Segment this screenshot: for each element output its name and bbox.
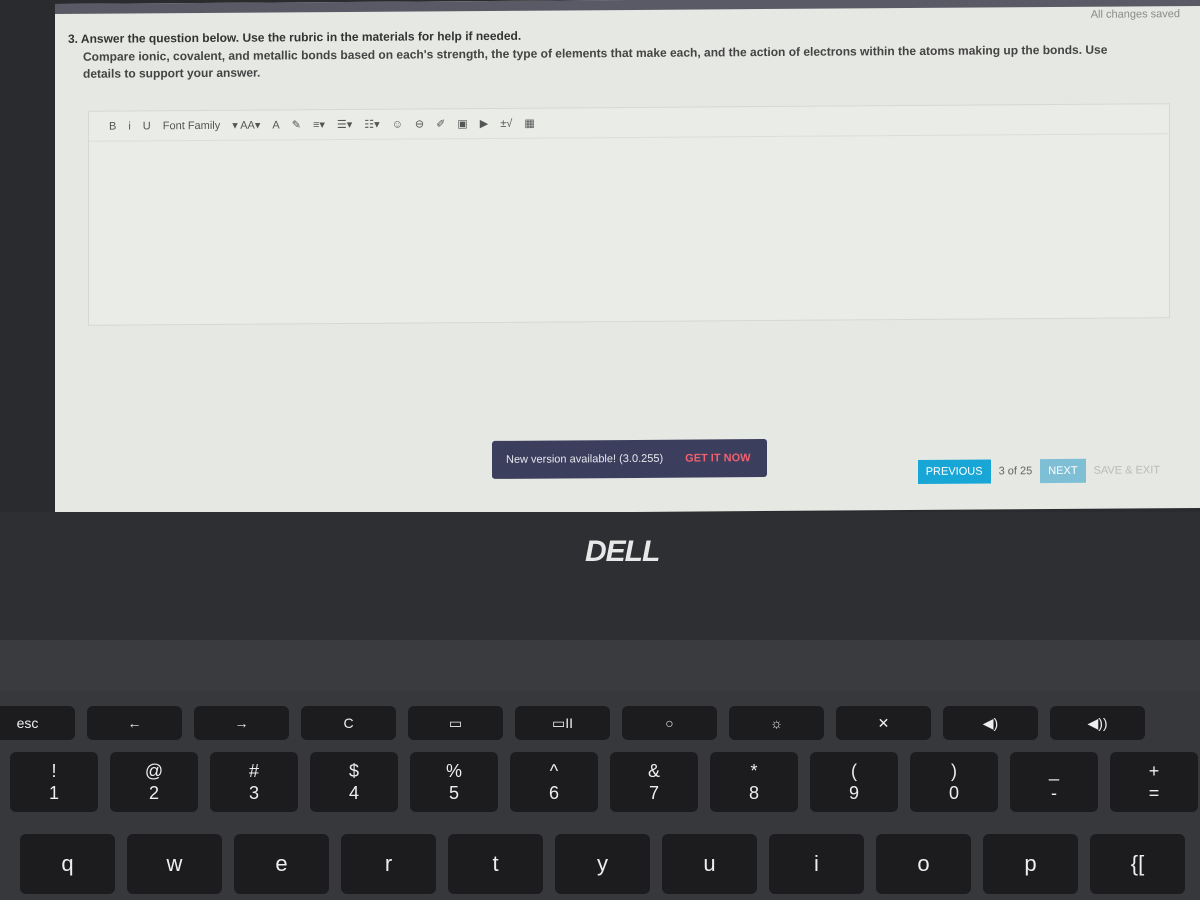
top-bar	[55, 0, 1200, 14]
key-label: (	[851, 761, 857, 781]
question-heading: 3. Answer the question below. Use the ru…	[68, 28, 522, 46]
emoji-icon[interactable]: ☺	[392, 118, 403, 130]
link-icon[interactable]: ⊖	[415, 117, 424, 130]
question-prompt: Compare ionic, covalent, and metallic bo…	[83, 42, 1108, 81]
key-label: -	[1051, 783, 1057, 803]
keyboard: esc ← → C ▭ ▭II ○ ☼ ✕ ◀) ◀)) ! 1 @2 #3 $4% 5 ^ 6 & 7 * 8(9) 0 _…	[0, 690, 1200, 900]
key-label: *	[750, 761, 758, 781]
key-label: 4	[348, 783, 359, 803]
key-label: 9	[848, 783, 859, 803]
key-label: 6	[548, 783, 559, 803]
key[interactable]: C	[301, 706, 396, 740]
key-label: 2	[148, 783, 159, 803]
key-label: )	[951, 761, 957, 781]
table-icon[interactable]: ▦	[524, 117, 534, 130]
bold-icon[interactable]: B	[109, 120, 116, 132]
key-label: 0	[948, 783, 959, 803]
key[interactable]: ○	[622, 706, 717, 740]
text-color-icon[interactable]: A	[272, 119, 279, 131]
key[interactable]: ←	[87, 706, 182, 740]
key[interactable]: * 8	[710, 752, 798, 812]
screen: All changes saved 3. Answer the question…	[55, 0, 1200, 516]
image-icon[interactable]: ▣	[457, 117, 467, 130]
ordered-list-icon[interactable]: ☰▾	[337, 118, 352, 131]
key[interactable]: ▭	[408, 706, 503, 740]
key[interactable]: ◀))	[1050, 706, 1145, 740]
answer-editor[interactable]: Bi U Font Family ▾ AA▾ A ✎ ≡▾ ☰▾ ☷▾ ☺ ⊖ ✐ ▣ ▶ ±√ ▦	[88, 103, 1170, 326]
highlight-icon[interactable]: ✎	[292, 118, 301, 131]
key[interactable]: w	[127, 834, 222, 894]
key[interactable]: →	[194, 706, 289, 740]
key[interactable]: ! 1	[10, 752, 98, 812]
key[interactable]: ) 0	[910, 752, 998, 812]
key-label: 8	[748, 783, 759, 803]
previous-button[interactable]: PREVIOUS	[917, 459, 991, 484]
key[interactable]: % 5	[410, 752, 498, 812]
equation-icon[interactable]: ±√	[500, 117, 512, 129]
key-label: =	[1148, 783, 1160, 803]
key[interactable]: e	[234, 834, 329, 894]
key-label: 3	[248, 783, 259, 803]
key[interactable]: (9	[810, 752, 898, 812]
underline-icon[interactable]: U	[143, 120, 151, 132]
save-exit-button[interactable]: SAVE & EXIT	[1094, 464, 1160, 476]
key-label: &	[647, 761, 660, 781]
key[interactable]: o	[876, 834, 971, 894]
key[interactable]: ✕	[836, 706, 931, 740]
key-label: !	[51, 761, 57, 781]
key[interactable]: & 7	[610, 752, 698, 812]
font-family-dropdown[interactable]: Font Family	[163, 119, 220, 131]
saved-status: All changes saved	[1090, 8, 1180, 21]
key-label: %	[445, 761, 462, 781]
key-label: #	[248, 761, 259, 781]
next-button[interactable]: NEXT	[1040, 458, 1086, 484]
key[interactable]: t	[448, 834, 543, 894]
key[interactable]: i	[769, 834, 864, 894]
key[interactable]: q	[20, 834, 115, 894]
key[interactable]: ▭II	[515, 706, 610, 740]
key[interactable]: p	[983, 834, 1078, 894]
font-size-icon[interactable]: ▾ AA▾	[232, 119, 260, 132]
toast-message: New version available! (3.0.255)	[506, 452, 664, 466]
get-it-now-button[interactable]: GET IT NOW	[685, 452, 750, 464]
key[interactable]: u	[662, 834, 757, 894]
key-label: 1	[48, 783, 59, 803]
video-icon[interactable]: ▶	[480, 117, 488, 130]
question-nav: PREVIOUS 3 of 25 NEXT SAVE & EXIT	[917, 458, 1160, 484]
key[interactable]: _ -	[1010, 752, 1098, 812]
key[interactable]: ^ 6	[510, 752, 598, 812]
editor-toolbar: Bi U Font Family ▾ AA▾ A ✎ ≡▾ ☰▾ ☷▾ ☺ ⊖ ✐ ▣ ▶ ±√ ▦	[89, 104, 1169, 142]
key-label: @	[144, 761, 164, 781]
key-label: 7	[648, 783, 659, 803]
key-label: 5	[448, 783, 459, 803]
italic-icon[interactable]: i	[128, 120, 130, 132]
laptop-bezel	[0, 512, 1200, 652]
key[interactable]: r	[341, 834, 436, 894]
key[interactable]: y	[555, 834, 650, 894]
key[interactable]: @2	[110, 752, 198, 812]
key[interactable]: {[	[1090, 834, 1185, 894]
key-label: ^	[549, 761, 559, 781]
key[interactable]: ☼	[729, 706, 824, 740]
question-count: 3 of 25	[998, 465, 1033, 478]
key[interactable]: #3	[210, 752, 298, 812]
key[interactable]: + =	[1110, 752, 1198, 812]
key-label: +	[1148, 761, 1160, 781]
unordered-list-icon[interactable]: ☷▾	[364, 118, 379, 131]
draw-icon[interactable]: ✐	[436, 117, 445, 130]
key[interactable]: ◀)	[943, 706, 1038, 740]
key[interactable]: $4	[310, 752, 398, 812]
key-label: _	[1048, 761, 1059, 781]
align-icon[interactable]: ≡▾	[313, 118, 325, 131]
key-label: $	[348, 761, 359, 781]
update-toast: New version available! (3.0.255) GET IT …	[492, 439, 767, 479]
key[interactable]: esc	[0, 706, 75, 740]
dell-logo: DELL	[585, 535, 660, 568]
